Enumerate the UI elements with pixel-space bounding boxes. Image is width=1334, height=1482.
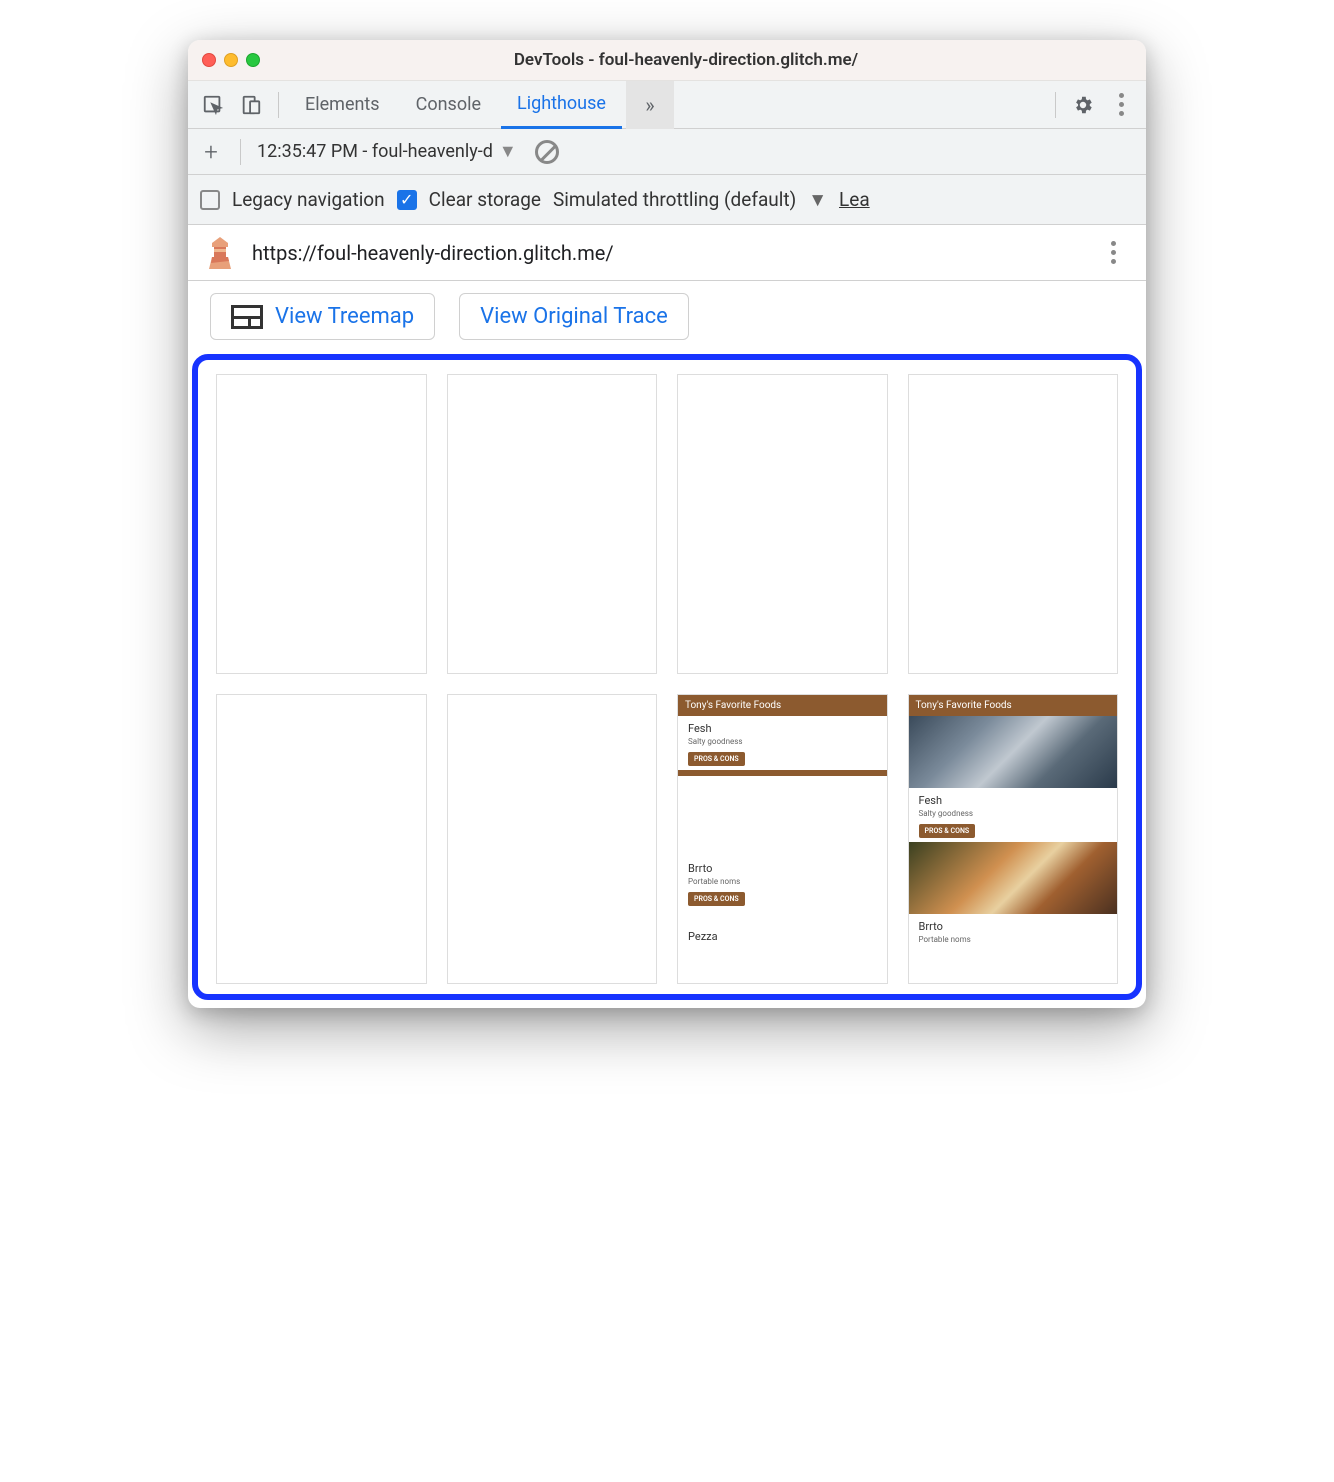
- close-window-button[interactable]: [202, 53, 216, 67]
- mini-page-header: Tony's Favorite Foods: [909, 695, 1118, 716]
- dropdown-arrow-icon: ▼: [499, 141, 517, 162]
- throttling-label: Simulated throttling (default): [553, 188, 796, 211]
- view-treemap-label: View Treemap: [275, 304, 414, 329]
- view-trace-label: View Original Trace: [480, 304, 668, 329]
- report-actions: View Treemap View Original Trace: [188, 281, 1146, 340]
- report-url-bar: https://foul-heavenly-direction.glitch.m…: [188, 225, 1146, 281]
- separator: [240, 139, 241, 165]
- report-selector-label: 12:35:47 PM - foul-heavenly-d: [257, 141, 493, 162]
- filmstrip-highlight: Tony's Favorite Foods Fesh Salty goodnes…: [192, 354, 1142, 1000]
- lighthouse-settings-bar: Legacy navigation ✓ Clear storage Simula…: [188, 175, 1146, 225]
- dropdown-arrow-icon[interactable]: ▼: [808, 188, 827, 212]
- legacy-nav-checkbox[interactable]: [200, 190, 220, 210]
- new-report-button[interactable]: +: [198, 139, 224, 165]
- minimize-window-button[interactable]: [224, 53, 238, 67]
- inspect-element-icon[interactable]: [196, 88, 230, 122]
- legacy-nav-label: Legacy navigation: [232, 188, 385, 211]
- mini-item-sub: Portable noms: [919, 935, 1108, 944]
- devtools-window: DevTools - foul-heavenly-direction.glitc…: [188, 40, 1146, 1008]
- filmstrip-frame[interactable]: [908, 374, 1119, 674]
- mini-item-title: Fesh: [688, 722, 877, 735]
- filmstrip-frame[interactable]: [677, 374, 888, 674]
- filmstrip-frame[interactable]: Tony's Favorite Foods Fesh Salty goodnes…: [677, 694, 888, 984]
- more-tabs-icon[interactable]: »: [626, 81, 674, 129]
- mini-item-sub: Portable noms: [688, 877, 877, 886]
- filmstrip-frame[interactable]: [216, 374, 427, 674]
- view-treemap-button[interactable]: View Treemap: [210, 293, 435, 340]
- report-url: https://foul-heavenly-direction.glitch.m…: [252, 241, 614, 265]
- mini-item-button: PROS & CONS: [688, 892, 745, 906]
- devtools-tabstrip: Elements Console Lighthouse »: [188, 81, 1146, 129]
- filmstrip-frame[interactable]: Tony's Favorite Foods Fesh Salty goodnes…: [908, 694, 1119, 984]
- clear-storage-label: Clear storage: [429, 188, 541, 211]
- tab-lighthouse[interactable]: Lighthouse: [501, 81, 622, 129]
- filmstrip-frame[interactable]: [447, 374, 658, 674]
- device-toolbar-icon[interactable]: [234, 88, 268, 122]
- mini-item-sub: Salty goodness: [688, 737, 877, 746]
- mini-item-sub: Salty goodness: [919, 809, 1108, 818]
- filmstrip-frame[interactable]: [216, 694, 427, 984]
- lighthouse-toolbar: + 12:35:47 PM - foul-heavenly-d ▼: [188, 129, 1146, 175]
- window-title: DevTools - foul-heavenly-direction.glitc…: [240, 50, 1132, 70]
- mini-item-button: PROS & CONS: [919, 824, 976, 838]
- mini-item-title: Fesh: [919, 794, 1108, 807]
- filmstrip-frame[interactable]: [447, 694, 658, 984]
- mini-item-title: Brrto: [688, 862, 877, 875]
- lighthouse-icon: [204, 235, 236, 271]
- mini-item-title: Pezza: [688, 930, 877, 943]
- filmstrip-grid: Tony's Favorite Foods Fesh Salty goodnes…: [216, 374, 1118, 984]
- mini-item-title: Brrto: [919, 920, 1108, 933]
- mini-image: [909, 842, 1118, 914]
- report-menu-icon[interactable]: [1096, 236, 1130, 270]
- tab-elements[interactable]: Elements: [289, 81, 396, 129]
- mini-image: [909, 716, 1118, 788]
- mini-item-button: PROS & CONS: [688, 752, 745, 766]
- tab-console[interactable]: Console: [400, 81, 497, 129]
- separator: [278, 92, 279, 118]
- kebab-menu-icon[interactable]: [1104, 88, 1138, 122]
- clear-icon[interactable]: [535, 140, 559, 164]
- clear-storage-checkbox[interactable]: ✓: [397, 190, 417, 210]
- treemap-icon: [231, 305, 263, 329]
- learn-more-link[interactable]: Lea: [839, 188, 870, 211]
- titlebar: DevTools - foul-heavenly-direction.glitc…: [188, 40, 1146, 81]
- settings-icon[interactable]: [1066, 88, 1100, 122]
- report-selector[interactable]: 12:35:47 PM - foul-heavenly-d ▼: [257, 141, 517, 162]
- separator: [1055, 92, 1056, 118]
- mini-page-header: Tony's Favorite Foods: [678, 695, 887, 716]
- view-trace-button[interactable]: View Original Trace: [459, 293, 689, 340]
